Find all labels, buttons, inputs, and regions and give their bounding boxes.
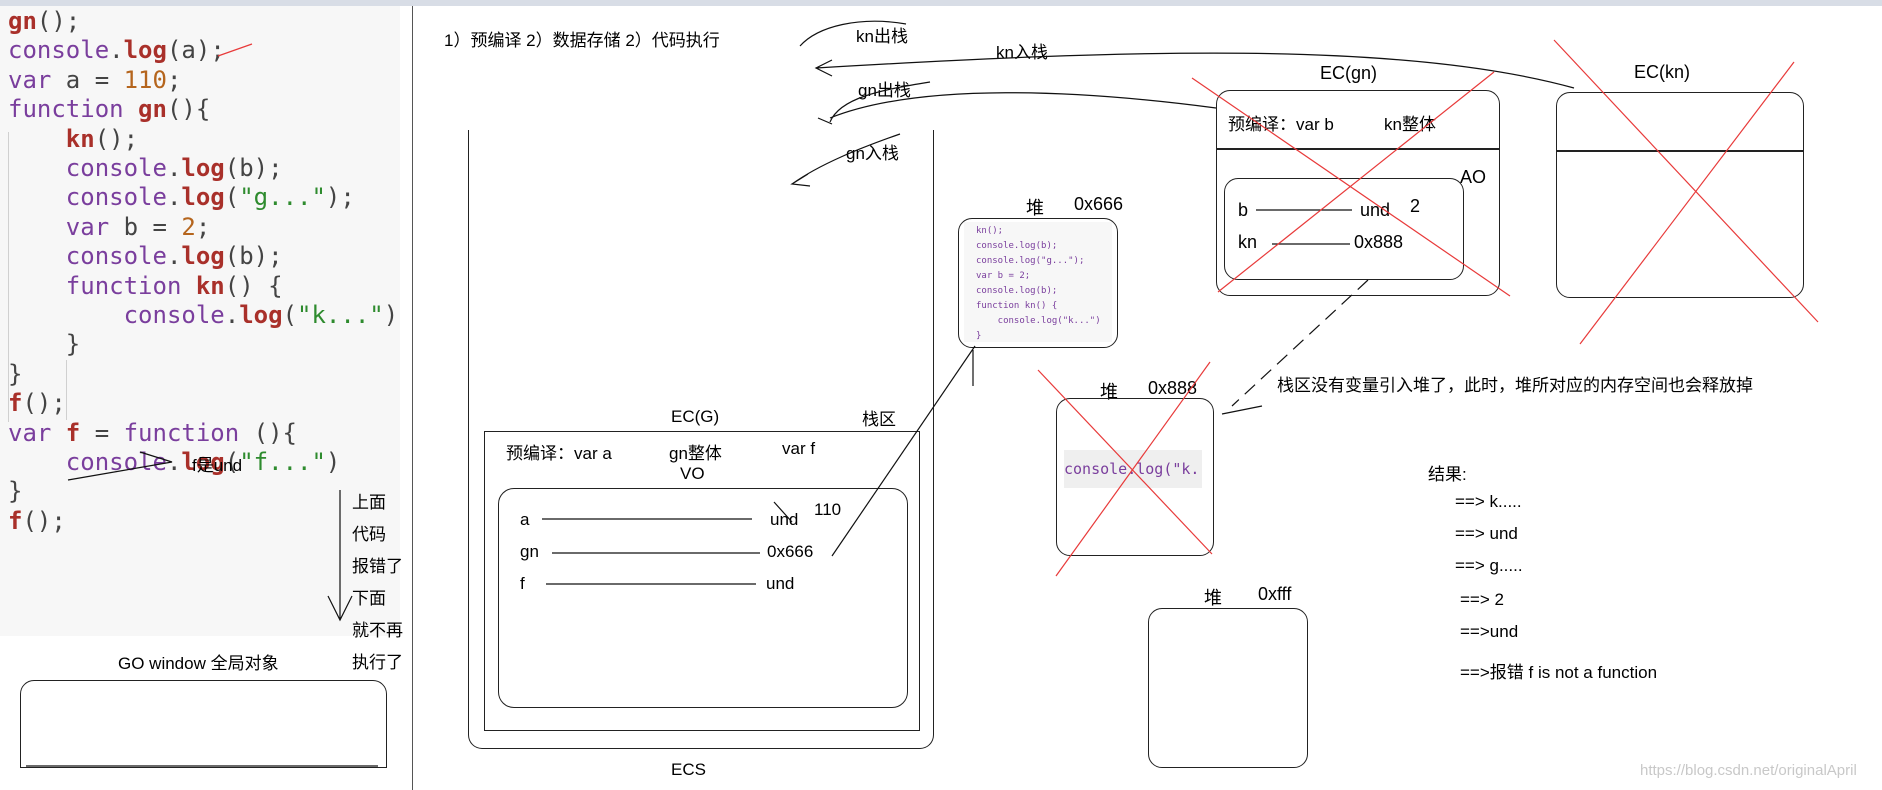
kn-pointer bbox=[1231, 279, 1369, 407]
gn-pointer bbox=[831, 345, 976, 557]
ec-kn-cross-2 bbox=[1579, 61, 1795, 345]
ec-gn-cross-1 bbox=[1191, 77, 1511, 297]
release-pointer bbox=[1221, 405, 1263, 415]
connector-layer bbox=[26, 20, 1819, 767]
kn-in-arrow bbox=[814, 52, 1575, 89]
gn-in-arrow bbox=[817, 81, 931, 125]
a-und-tick bbox=[773, 501, 793, 523]
ec-gn-cross-2 bbox=[1217, 71, 1495, 293]
f-und-arrow bbox=[67, 451, 173, 481]
gn-out-arrow bbox=[829, 92, 1217, 119]
gn-in-stack-arrow bbox=[790, 133, 901, 187]
kn-out-arrow bbox=[799, 20, 907, 47]
heap-888-cross-1 bbox=[1037, 369, 1213, 555]
heap-888-cross-2 bbox=[1055, 361, 1211, 577]
error-arrow bbox=[327, 490, 353, 622]
console-log-annotation bbox=[217, 43, 253, 57]
